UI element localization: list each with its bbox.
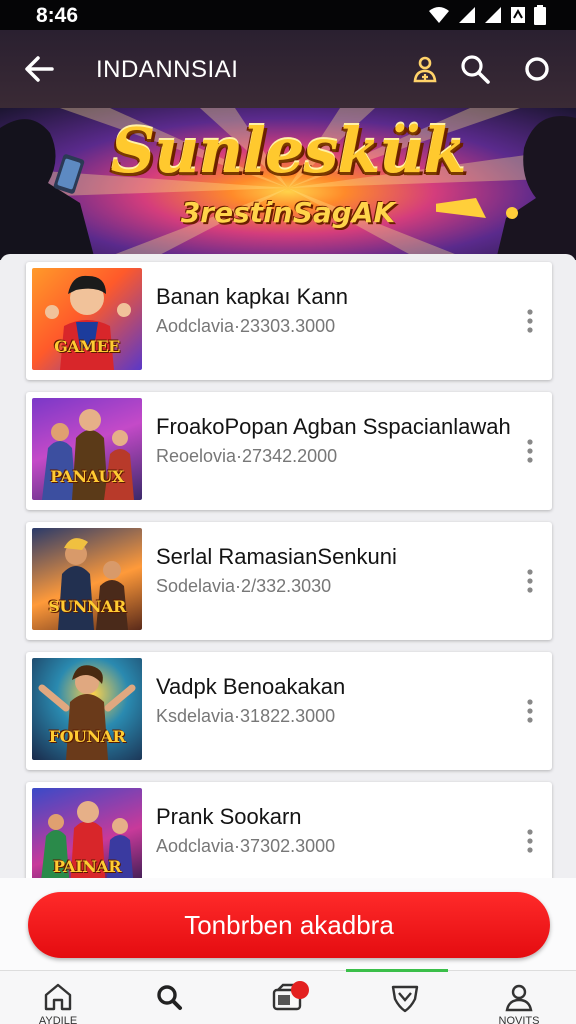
game-subtitle: Reoelovia·27342.2000 (156, 446, 338, 466)
search-icon (157, 985, 182, 1010)
status-bar: 8:46 (0, 0, 576, 30)
nav-item-home[interactable]: AYDILE (18, 971, 98, 1024)
hero-banner[interactable]: Sunleskük 3restinSagAK (0, 108, 576, 260)
profile-ring-button[interactable] (520, 52, 554, 86)
more-options-icon[interactable] (520, 306, 540, 336)
game-title: Prank Sookarn (156, 804, 302, 829)
game-subtitle: Aodclavia·23303.3000 (156, 316, 336, 336)
game-title: FroakoPopan Agban Sspacianlawah (156, 414, 511, 439)
game-subtitle: Ksdelavia·31822.3000 (156, 706, 336, 726)
home-icon (44, 983, 72, 1011)
game-thumbnail: PANAUX (32, 398, 142, 500)
game-title: Serlal RamasianSenkuni (156, 544, 397, 569)
add-user-button[interactable] (408, 52, 442, 86)
list-item[interactable]: PAINAR Prank Sookarn Aodclavia·37302.300… (26, 782, 552, 880)
search-button[interactable] (458, 52, 492, 86)
thumbnail-label: GAMEE (54, 337, 120, 356)
nav-item-search[interactable] (129, 971, 209, 1024)
signal-icon (459, 7, 475, 23)
game-thumbnail: GAMEE (32, 268, 142, 370)
list-item[interactable]: GAMEE Banan kapkaı Kann Aodclavia·23303.… (26, 262, 552, 380)
app-bar: INDANNSIAI (0, 30, 576, 108)
back-button[interactable] (22, 52, 58, 86)
nav-item-games[interactable] (247, 971, 327, 1024)
page-title: INDANNSIAI (96, 56, 239, 83)
thumbnail-label: FOUNAR (48, 727, 126, 746)
game-subtitle: Sodelavia·2/332.3030 (156, 576, 332, 596)
banner-title: Sunleskük (110, 114, 467, 187)
list-item[interactable]: PANAUX FroakoPopan Agban Sspacianlawah R… (26, 392, 552, 510)
notification-badge (291, 981, 309, 999)
game-thumbnail: SUNNAR (32, 528, 142, 630)
battery-icon (534, 5, 546, 25)
shield-icon (391, 985, 419, 1013)
list-item[interactable]: FOUNAR Vadpk Benoakakan Ksdelavia·31822.… (26, 652, 552, 770)
more-options-icon[interactable] (520, 436, 540, 466)
game-title: Vadpk Benoakakan (156, 674, 346, 699)
status-time: 8:46 (36, 4, 79, 27)
bottom-nav: AYDILE NOVITS (0, 969, 576, 1024)
more-options-icon[interactable] (520, 566, 540, 596)
data-icon (511, 7, 525, 23)
thumbnail-label: SUNNAR (48, 597, 126, 616)
more-options-icon[interactable] (520, 696, 540, 726)
profile-icon (505, 984, 533, 1012)
game-subtitle: Aodclavia·37302.3000 (156, 836, 336, 856)
game-thumbnail: FOUNAR (32, 658, 142, 760)
more-options-icon[interactable] (520, 826, 540, 856)
banner-subtitle: 3restinSagAK (180, 196, 396, 229)
game-list: GAMEE Banan kapkaı Kann Aodclavia·23303.… (0, 254, 576, 880)
game-title: Banan kapkaı Kann (156, 284, 349, 309)
nav-item-shield[interactable] (365, 971, 445, 1024)
nav-item-profile[interactable]: NOVITS (479, 971, 559, 1024)
nav-label: AYDILE (38, 1015, 78, 1024)
cta-area: Tonbrben akadbra (0, 878, 576, 970)
nav-label: NOVITS (498, 1015, 540, 1024)
list-item[interactable]: SUNNAR Serlal RamasianSenkuni Sodelavia·… (26, 522, 552, 640)
thumbnail-label: PAINAR (52, 857, 122, 876)
status-icons (428, 4, 546, 26)
game-thumbnail: PAINAR (32, 788, 142, 880)
signal-icon (485, 7, 501, 23)
wifi-icon (429, 7, 449, 23)
primary-action-button[interactable]: Tonbrben akadbra (28, 892, 550, 958)
thumbnail-label: PANAUX (50, 467, 124, 486)
